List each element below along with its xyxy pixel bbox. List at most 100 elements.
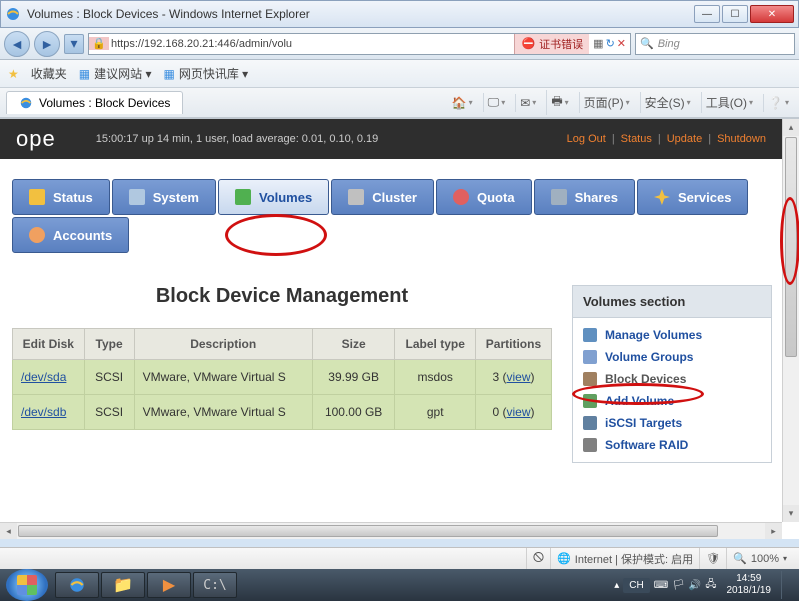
- feeds-button[interactable]: 🖵▾: [483, 93, 510, 112]
- page-content: ope 15:00:17 up 14 min, 1 user, load ave…: [0, 119, 782, 539]
- raid-icon: [583, 438, 597, 452]
- scroll-right-arrow[interactable]: ▸: [765, 523, 782, 539]
- table-row: /dev/sdb SCSI VMware, VMware Virtual S 1…: [13, 395, 552, 430]
- popup-blocked-icon[interactable]: 🛇: [526, 548, 550, 569]
- cell-parts: 0 (view): [475, 395, 551, 430]
- window-title: Volumes : Block Devices - Windows Intern…: [27, 7, 694, 21]
- disk-icon: [583, 328, 597, 342]
- compat-icon[interactable]: ▦: [593, 37, 603, 50]
- forward-button[interactable]: ◄: [34, 31, 60, 57]
- favorites-suggested[interactable]: ▦建议网站 ▾: [79, 65, 152, 82]
- tab-services[interactable]: Services: [637, 179, 749, 215]
- favorites-feeds[interactable]: ▦网页快讯库 ▾: [163, 65, 248, 82]
- taskbar-ie[interactable]: [55, 572, 99, 598]
- shutdown-link[interactable]: Shutdown: [717, 133, 766, 145]
- safety-menu[interactable]: 安全(S)▾: [640, 92, 695, 113]
- sidebar-item-add-volume[interactable]: Add Volume: [577, 390, 767, 412]
- start-button[interactable]: [6, 569, 48, 601]
- system-icon: [129, 189, 145, 205]
- tab-cluster[interactable]: Cluster: [331, 179, 434, 215]
- sidebar-item-iscsi[interactable]: iSCSI Targets: [577, 412, 767, 434]
- taskbar-explorer[interactable]: 📁: [101, 572, 145, 598]
- url-input[interactable]: [109, 38, 514, 50]
- volume-icon[interactable]: 🔊: [689, 580, 701, 591]
- home-button[interactable]: 🏠▾: [448, 94, 477, 112]
- cluster-icon: [348, 189, 364, 205]
- tab-system[interactable]: System: [112, 179, 216, 215]
- sidebar-item-raid[interactable]: Software RAID: [577, 434, 767, 456]
- cell-label: gpt: [395, 395, 475, 430]
- help-button[interactable]: ❔▾: [763, 94, 793, 112]
- scroll-down-arrow[interactable]: ▾: [783, 505, 799, 522]
- cert-error-badge[interactable]: ⛔证书错误: [514, 34, 589, 54]
- tab-volumes[interactable]: Volumes: [218, 179, 329, 215]
- tab-shares[interactable]: Shares: [534, 179, 635, 215]
- services-icon: [654, 189, 670, 205]
- system-tray: ▴ CH ⌨ 🏳 🔊 🖧 14:59 2018/1/19: [606, 571, 799, 599]
- favorites-label[interactable]: 收藏夹: [31, 65, 67, 82]
- disk-link[interactable]: /dev/sda: [21, 370, 66, 384]
- action-center-icon[interactable]: 🏳: [672, 580, 685, 591]
- mail-button[interactable]: ✉▾: [515, 94, 540, 112]
- language-indicator[interactable]: CH: [623, 578, 649, 593]
- stop-icon[interactable]: ✕: [617, 37, 626, 50]
- ime-icon[interactable]: ⌨: [654, 580, 668, 591]
- sidebar-item-block-devices[interactable]: Block Devices: [577, 368, 767, 390]
- favorites-star-icon[interactable]: ★: [8, 67, 19, 81]
- scroll-left-arrow[interactable]: ◂: [0, 523, 17, 539]
- print-button[interactable]: 🖶▾: [546, 90, 572, 115]
- tab-quota[interactable]: Quota: [436, 179, 532, 215]
- taskbar-cmd[interactable]: C:\: [193, 572, 237, 598]
- taskbar-media[interactable]: ▶: [147, 572, 191, 598]
- zoom-icon: 🔍: [733, 552, 747, 565]
- tab-status[interactable]: Status: [12, 179, 110, 215]
- search-box[interactable]: 🔍 Bing: [635, 33, 795, 55]
- tools-menu[interactable]: 工具(O)▾: [701, 92, 757, 113]
- close-button[interactable]: ✕: [750, 5, 794, 23]
- search-icon: 🔍: [640, 37, 654, 50]
- app-logo: ope: [16, 126, 56, 152]
- clock-date: 2018/1/19: [727, 585, 772, 597]
- scroll-thumb-h[interactable]: [18, 525, 718, 537]
- internet-zone[interactable]: 🌐 Internet | 保护模式: 启用: [550, 548, 699, 569]
- horizontal-scrollbar[interactable]: ◂ ▸: [0, 522, 782, 539]
- main-column: Block Device Management Edit Disk Type D…: [12, 285, 552, 463]
- zoom-control[interactable]: 🔍 100% ▾: [726, 548, 793, 569]
- minimize-button[interactable]: —: [694, 5, 720, 23]
- view-link[interactable]: view: [506, 370, 530, 384]
- quota-icon: [453, 189, 469, 205]
- vertical-scrollbar[interactable]: ▴ ▾: [782, 119, 799, 522]
- tab-accounts[interactable]: Accounts: [12, 217, 129, 253]
- protected-mode-icon[interactable]: 🛡: [699, 548, 726, 569]
- network-icon[interactable]: 🖧: [705, 577, 716, 594]
- recent-dropdown[interactable]: ▾: [64, 34, 84, 54]
- cell-size: 39.99 GB: [312, 360, 395, 395]
- sidebar-item-volume-groups[interactable]: Volume Groups: [577, 346, 767, 368]
- page-menu[interactable]: 页面(P)▾: [579, 92, 634, 113]
- status-link[interactable]: Status: [621, 133, 652, 145]
- status-bar: 🛇 🌐 Internet | 保护模式: 启用 🛡 🔍 100% ▾: [0, 547, 799, 569]
- col-label: Label type: [395, 329, 475, 360]
- back-button[interactable]: ◄: [4, 31, 30, 57]
- clock[interactable]: 14:59 2018/1/19: [727, 573, 772, 597]
- view-link[interactable]: view: [506, 405, 530, 419]
- scroll-up-arrow[interactable]: ▴: [783, 119, 799, 136]
- update-link[interactable]: Update: [667, 133, 702, 145]
- logout-link[interactable]: Log Out: [567, 133, 606, 145]
- scroll-thumb[interactable]: [785, 137, 797, 357]
- accounts-icon: [29, 227, 45, 243]
- browser-tab[interactable]: Volumes : Block Devices: [6, 91, 183, 114]
- cell-desc: VMware, VMware Virtual S: [134, 360, 312, 395]
- maximize-button[interactable]: ☐: [722, 5, 748, 23]
- disk-link[interactable]: /dev/sdb: [21, 405, 66, 419]
- sidebar-item-manage-volumes[interactable]: Manage Volumes: [577, 324, 767, 346]
- show-hidden-icons[interactable]: ▴: [614, 580, 619, 591]
- address-bar[interactable]: 🔒 ⛔证书错误 ▦ ↻ ✕: [88, 33, 631, 55]
- group-icon: [583, 350, 597, 364]
- taskbar: 📁 ▶ C:\ ▴ CH ⌨ 🏳 🔊 🖧 14:59 2018/1/19: [0, 569, 799, 601]
- ie-icon: [19, 96, 33, 110]
- show-desktop[interactable]: [781, 571, 791, 599]
- refresh-icon[interactable]: ↻: [606, 37, 615, 50]
- status-icon: [29, 189, 45, 205]
- panel-title: Block Device Management: [12, 285, 552, 308]
